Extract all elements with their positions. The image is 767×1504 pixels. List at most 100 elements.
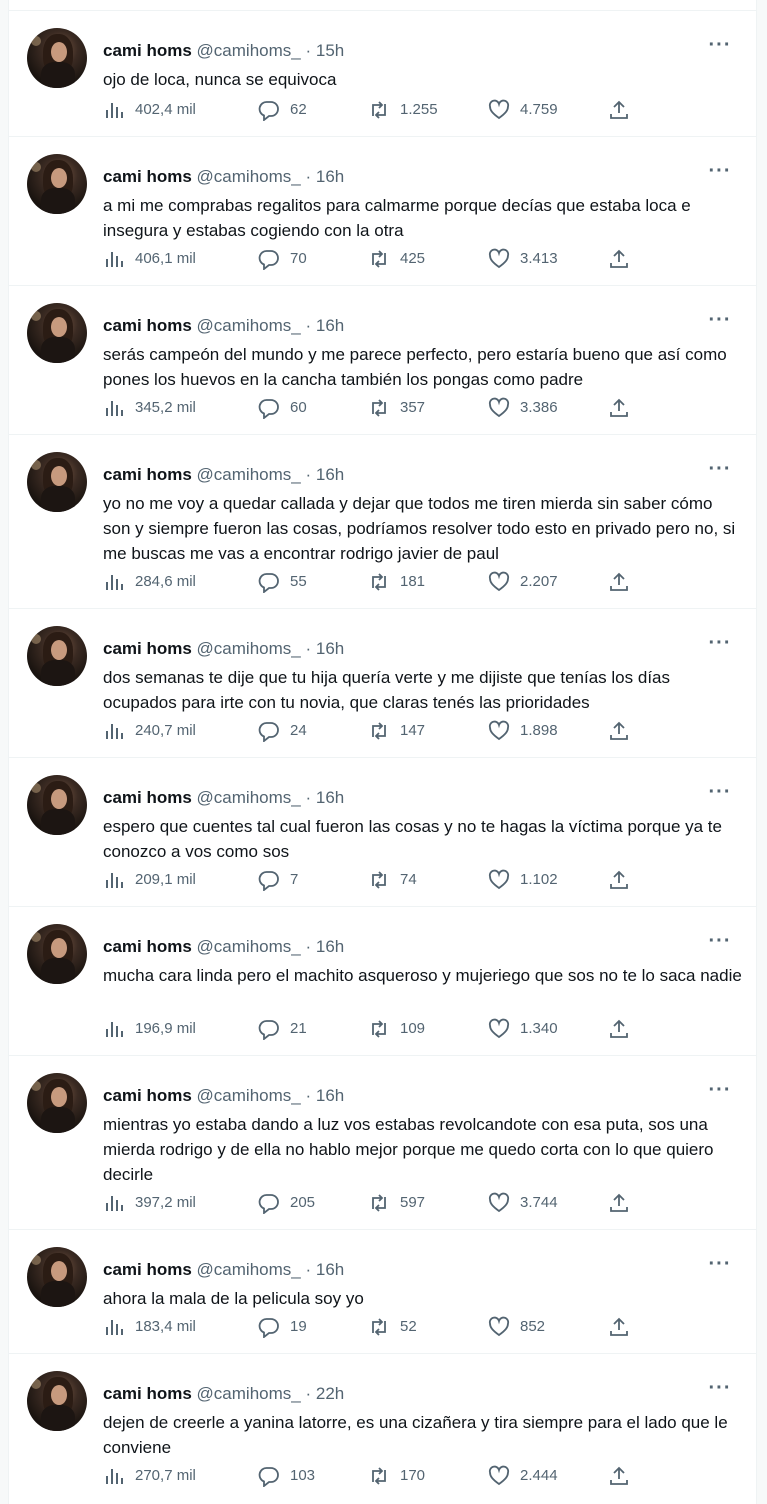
timestamp[interactable]: 16h <box>316 167 344 186</box>
author-name[interactable]: cami homs <box>103 465 192 484</box>
retweet-button[interactable]: 74 <box>368 868 417 892</box>
views-button[interactable]: 345,2 mil <box>103 396 196 420</box>
retweet-button[interactable]: 147 <box>368 719 425 743</box>
author-handle[interactable]: @camihoms_ <box>197 41 301 60</box>
tweet[interactable]: cami homs @camihoms_ · 16h ··· ahora la … <box>9 1229 756 1353</box>
retweet-button[interactable]: 109 <box>368 1017 425 1041</box>
tweet[interactable]: cami homs @camihoms_ · 16h ··· espero qu… <box>9 757 756 906</box>
views-button[interactable]: 402,4 mil <box>103 98 196 122</box>
like-button[interactable]: 3.413 <box>488 247 558 271</box>
reply-button[interactable]: 21 <box>258 1017 307 1041</box>
retweet-button[interactable]: 170 <box>368 1464 425 1488</box>
author-handle[interactable]: @camihoms_ <box>197 465 301 484</box>
more-dots-icon[interactable]: ··· <box>706 1080 734 1104</box>
avatar[interactable] <box>27 28 87 88</box>
timestamp[interactable]: 16h <box>316 788 344 807</box>
retweet-button[interactable]: 425 <box>368 247 425 271</box>
views-button[interactable]: 397,2 mil <box>103 1191 196 1215</box>
more-dots-icon[interactable]: ··· <box>706 1378 734 1402</box>
share-button[interactable] <box>608 1464 640 1488</box>
author-name[interactable]: cami homs <box>103 167 192 186</box>
tweet[interactable]: cami homs @camihoms_ · 16h ··· yo no me … <box>9 434 756 608</box>
reply-button[interactable]: 7 <box>258 868 298 892</box>
share-button[interactable] <box>608 868 640 892</box>
views-button[interactable]: 284,6 mil <box>103 570 196 594</box>
reply-button[interactable]: 62 <box>258 98 307 122</box>
like-button[interactable]: 1.102 <box>488 868 558 892</box>
like-button[interactable]: 852 <box>488 1315 545 1339</box>
author-handle[interactable]: @camihoms_ <box>197 788 301 807</box>
tweet[interactable]: cami homs @camihoms_ · 16h ··· dos seman… <box>9 608 756 757</box>
like-button[interactable]: 3.744 <box>488 1191 558 1215</box>
timestamp[interactable]: 22h <box>316 1384 344 1403</box>
more-dots-icon[interactable]: ··· <box>706 459 734 483</box>
author-name[interactable]: cami homs <box>103 316 192 335</box>
author-name[interactable]: cami homs <box>103 1086 192 1105</box>
share-button[interactable] <box>608 247 640 271</box>
tweet[interactable]: cami homs @camihoms_ · 16h ··· serás cam… <box>9 285 756 434</box>
reply-button[interactable]: 19 <box>258 1315 307 1339</box>
more-dots-icon[interactable]: ··· <box>706 633 734 657</box>
timestamp[interactable]: 16h <box>316 316 344 335</box>
tweet[interactable]: cami homs @camihoms_ · 22h ··· dejen de … <box>9 1353 756 1504</box>
author-name[interactable]: cami homs <box>103 41 192 60</box>
avatar[interactable] <box>27 1247 87 1307</box>
avatar[interactable] <box>27 154 87 214</box>
tweet[interactable]: cami homs @camihoms_ · 16h ··· mientras … <box>9 1055 756 1229</box>
timestamp[interactable]: 15h <box>316 41 344 60</box>
tweet[interactable]: cami homs @camihoms_ · 15h ··· ojo de lo… <box>9 10 756 136</box>
reply-button[interactable]: 103 <box>258 1464 315 1488</box>
timestamp[interactable]: 16h <box>316 465 344 484</box>
author-handle[interactable]: @camihoms_ <box>197 1086 301 1105</box>
like-button[interactable]: 1.340 <box>488 1017 558 1041</box>
like-button[interactable]: 4.759 <box>488 98 558 122</box>
author-name[interactable]: cami homs <box>103 1260 192 1279</box>
timestamp[interactable]: 16h <box>316 937 344 956</box>
more-dots-icon[interactable]: ··· <box>706 931 734 955</box>
more-dots-icon[interactable]: ··· <box>706 1254 734 1278</box>
avatar[interactable] <box>27 452 87 512</box>
retweet-button[interactable]: 181 <box>368 570 425 594</box>
reply-button[interactable]: 24 <box>258 719 307 743</box>
views-button[interactable]: 270,7 mil <box>103 1464 196 1488</box>
share-button[interactable] <box>608 1191 640 1215</box>
retweet-button[interactable]: 52 <box>368 1315 417 1339</box>
avatar[interactable] <box>27 303 87 363</box>
tweet[interactable]: cami homs @camihoms_ · 16h ··· a mi me c… <box>9 136 756 285</box>
author-name[interactable]: cami homs <box>103 788 192 807</box>
author-name[interactable]: cami homs <box>103 639 192 658</box>
more-dots-icon[interactable]: ··· <box>706 310 734 334</box>
share-button[interactable] <box>608 1315 640 1339</box>
views-button[interactable]: 183,4 mil <box>103 1315 196 1339</box>
retweet-button[interactable]: 357 <box>368 396 425 420</box>
timestamp[interactable]: 16h <box>316 1086 344 1105</box>
like-button[interactable]: 3.386 <box>488 396 558 420</box>
views-button[interactable]: 240,7 mil <box>103 719 196 743</box>
more-dots-icon[interactable]: ··· <box>706 35 734 59</box>
like-button[interactable]: 2.444 <box>488 1464 558 1488</box>
avatar[interactable] <box>27 924 87 984</box>
timestamp[interactable]: 16h <box>316 1260 344 1279</box>
author-handle[interactable]: @camihoms_ <box>197 937 301 956</box>
avatar[interactable] <box>27 775 87 835</box>
share-button[interactable] <box>608 719 640 743</box>
share-button[interactable] <box>608 98 640 122</box>
avatar[interactable] <box>27 1371 87 1431</box>
author-handle[interactable]: @camihoms_ <box>197 639 301 658</box>
more-dots-icon[interactable]: ··· <box>706 782 734 806</box>
reply-button[interactable]: 60 <box>258 396 307 420</box>
tweet[interactable]: cami homs @camihoms_ · 16h ··· mucha car… <box>9 906 756 1055</box>
like-button[interactable]: 1.898 <box>488 719 558 743</box>
like-button[interactable]: 2.207 <box>488 570 558 594</box>
views-button[interactable]: 196,9 mil <box>103 1017 196 1041</box>
views-button[interactable]: 209,1 mil <box>103 868 196 892</box>
share-button[interactable] <box>608 396 640 420</box>
reply-button[interactable]: 70 <box>258 247 307 271</box>
retweet-button[interactable]: 597 <box>368 1191 425 1215</box>
more-dots-icon[interactable]: ··· <box>706 161 734 185</box>
reply-button[interactable]: 55 <box>258 570 307 594</box>
reply-button[interactable]: 205 <box>258 1191 315 1215</box>
author-name[interactable]: cami homs <box>103 1384 192 1403</box>
share-button[interactable] <box>608 570 640 594</box>
author-handle[interactable]: @camihoms_ <box>197 1260 301 1279</box>
